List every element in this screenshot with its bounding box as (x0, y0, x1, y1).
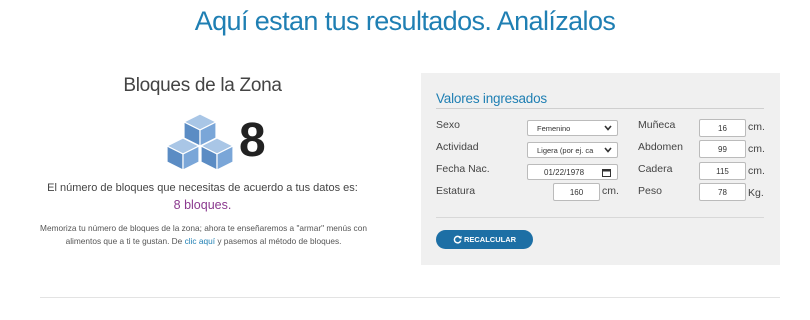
recalculate-label: RECALCULAR (463, 235, 517, 244)
peso-label: Peso (638, 185, 662, 197)
muneca-input[interactable]: 16 (699, 119, 746, 137)
estatura-input[interactable]: 160 (553, 183, 600, 201)
muneca-label: Muñeca (638, 119, 676, 131)
muneca-unit: cm. (748, 121, 765, 133)
blocks-result: 8 bloques. (173, 198, 232, 212)
panel-divider-bottom (436, 217, 764, 218)
abdomen-label: Abdomen (638, 141, 683, 153)
panel-title: Valores ingresados (436, 91, 547, 106)
fecha-input[interactable]: 01/22/1978 (527, 164, 618, 180)
blocks-needed-text: El número de bloques que necesitas de ac… (47, 182, 358, 194)
sexo-label: Sexo (436, 119, 460, 131)
cubes-icon (166, 113, 234, 171)
cadera-label: Cadera (638, 163, 673, 175)
fecha-value: 01/22/1978 (544, 168, 585, 177)
page-title: Aquí estan tus resultados. Analízalos (194, 6, 616, 36)
actividad-value: Ligera (por ej. ca (537, 146, 594, 155)
recalculate-button[interactable]: RECALCULAR (436, 230, 533, 249)
memo-text: Memoriza tu número de bloques de la zona… (36, 222, 371, 247)
click-here-link[interactable]: clic aquí (185, 236, 215, 246)
estatura-unit: cm. (602, 185, 619, 197)
chevron-down-icon (604, 125, 612, 131)
peso-unit: Kg. (748, 187, 764, 199)
abdomen-input[interactable]: 99 (699, 140, 746, 158)
chevron-down-icon (604, 147, 612, 153)
zone-heading: Bloques de la Zona (123, 75, 282, 96)
entered-values-panel: Valores ingresados Sexo Femenino Activid… (421, 73, 780, 265)
actividad-label: Actividad (436, 141, 479, 153)
block-count-display: 8 (165, 112, 280, 172)
sexo-select[interactable]: Femenino (527, 120, 618, 136)
sexo-value: Femenino (537, 124, 571, 133)
memo-text-end: y pasemos al método de bloques. (215, 235, 342, 246)
bottom-divider (40, 297, 780, 298)
refresh-icon (453, 235, 462, 244)
actividad-select[interactable]: Ligera (por ej. ca (527, 142, 618, 158)
peso-input[interactable]: 78 (699, 183, 746, 201)
estatura-label: Estatura (436, 185, 476, 197)
block-count: 8 (239, 114, 266, 167)
zone-results: Bloques de la Zona 8 El número de bloque… (30, 72, 375, 246)
cadera-unit: cm. (748, 165, 765, 177)
fecha-label: Fecha Nac. (436, 163, 490, 175)
calendar-icon[interactable] (602, 168, 611, 177)
panel-divider (436, 108, 764, 109)
abdomen-unit: cm. (748, 143, 765, 155)
cadera-input[interactable]: 115 (699, 162, 746, 180)
